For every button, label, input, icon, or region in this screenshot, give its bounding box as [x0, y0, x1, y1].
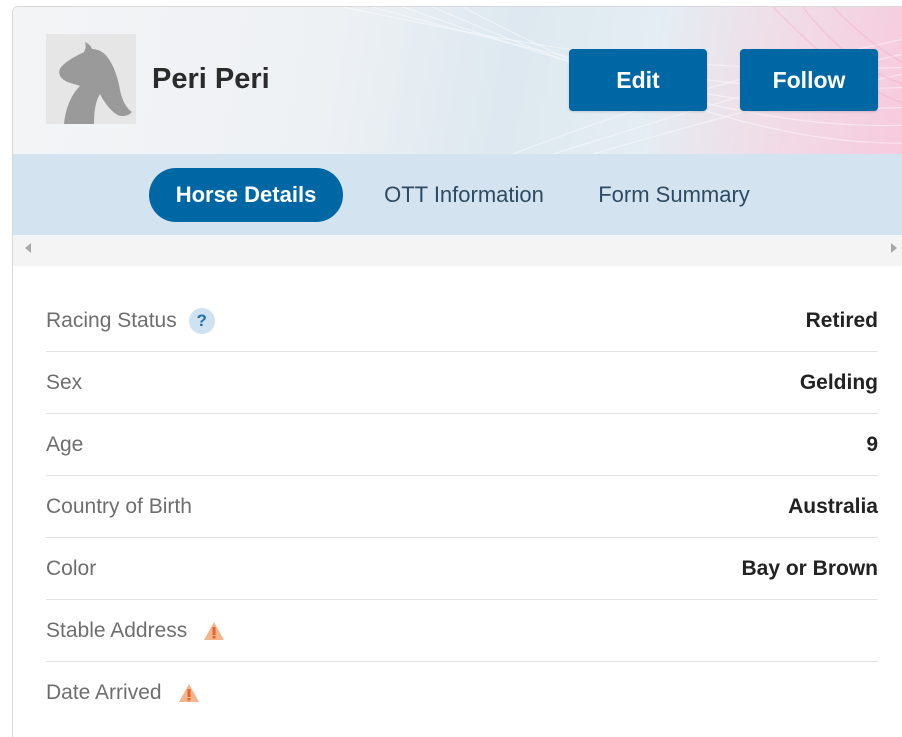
- detail-row-date-arrived: Date Arrived: [46, 662, 878, 723]
- tab-ott-information[interactable]: OTT Information: [359, 168, 569, 222]
- detail-row-country-of-birth: Country of Birth Australia: [46, 476, 878, 538]
- detail-row-color: Color Bay or Brown: [46, 538, 878, 600]
- profile-header: Peri Peri Edit Follow: [13, 7, 902, 154]
- age-value: 9: [866, 432, 878, 456]
- warning-icon: [178, 683, 199, 702]
- horse-name: Peri Peri: [152, 63, 270, 95]
- detail-row-age: Age 9: [46, 414, 878, 476]
- follow-button[interactable]: Follow: [740, 49, 878, 111]
- sex-label: Sex: [46, 370, 83, 394]
- profile-tabs: Horse Details OTT Information Form Summa…: [13, 154, 902, 235]
- color-label: Color: [46, 556, 97, 580]
- age-label: Age: [46, 432, 84, 456]
- detail-row-sex: Sex Gelding: [46, 352, 878, 414]
- tab-scroller: [13, 235, 902, 266]
- horse-details-list: Racing Status ? Retired Sex Gelding Age …: [46, 290, 878, 723]
- horse-avatar: [46, 34, 136, 124]
- horse-profile-card: Peri Peri Edit Follow Horse Details OTT …: [12, 6, 902, 737]
- country-of-birth-label: Country of Birth: [46, 494, 192, 518]
- detail-row-racing-status: Racing Status ? Retired: [46, 290, 878, 352]
- stable-address-label: Stable Address: [46, 618, 188, 642]
- sex-value: Gelding: [799, 370, 878, 394]
- country-of-birth-value: Australia: [788, 494, 878, 518]
- help-icon[interactable]: ?: [188, 307, 215, 334]
- racing-status-value: Retired: [805, 308, 878, 332]
- horse-silhouette-icon: [59, 42, 132, 124]
- racing-status-label: Racing Status: [46, 308, 177, 332]
- scroll-left-icon[interactable]: [25, 243, 31, 253]
- tab-horse-details[interactable]: Horse Details: [149, 168, 343, 222]
- detail-row-stable-address: Stable Address: [46, 600, 878, 662]
- color-value: Bay or Brown: [741, 556, 878, 580]
- warning-icon: [204, 621, 225, 640]
- date-arrived-label: Date Arrived: [46, 680, 162, 704]
- edit-button[interactable]: Edit: [569, 49, 707, 111]
- scroll-right-icon[interactable]: [891, 243, 897, 253]
- tab-form-summary[interactable]: Form Summary: [579, 168, 769, 222]
